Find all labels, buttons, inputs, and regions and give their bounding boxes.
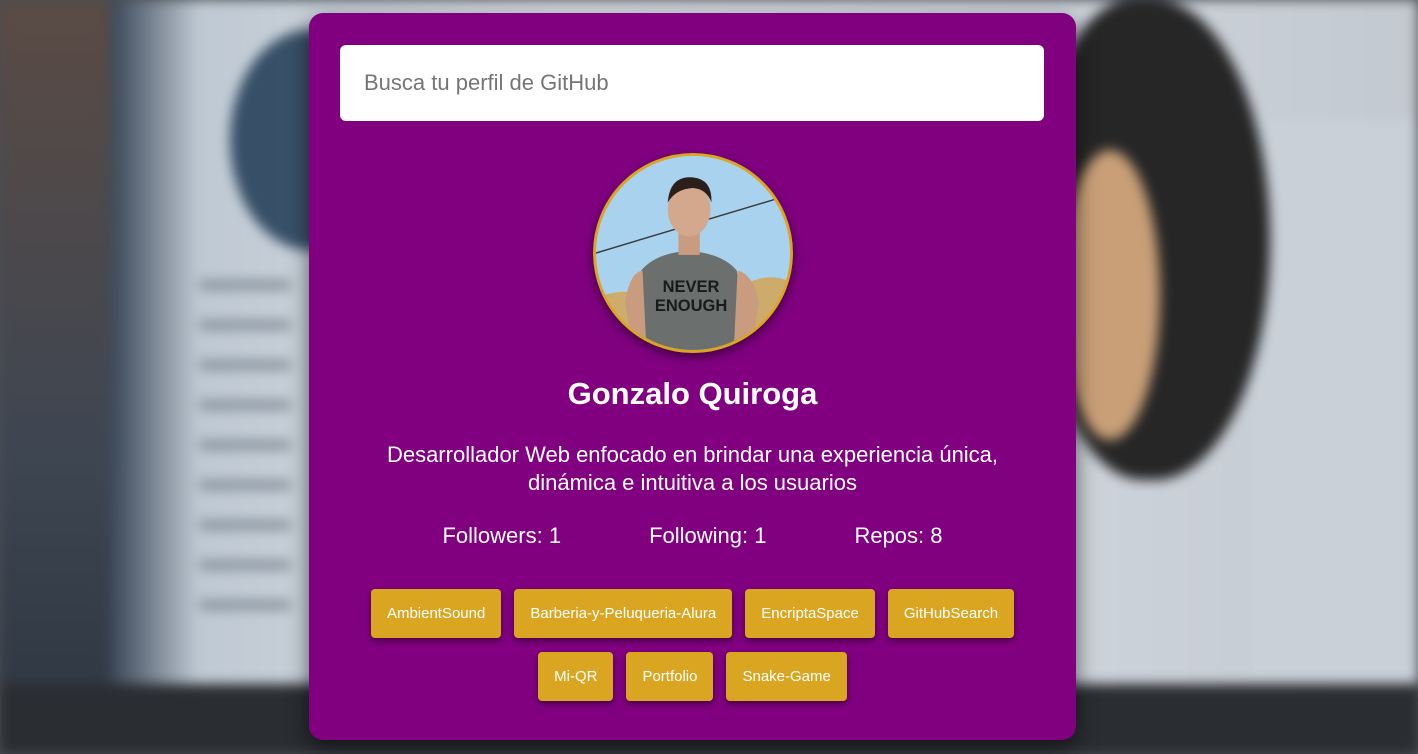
repo-button-barberia[interactable]: Barberia-y-Peluqueria-Alura [514, 589, 733, 638]
repo-list: AmbientSound Barberia-y-Peluqueria-Alura… [349, 589, 1036, 701]
followers-count: Followers: 1 [442, 523, 562, 548]
following-count: Following: 1 [649, 523, 767, 548]
profile-card: NEVER ENOUGH Gonzalo Quiroga Desarrollad… [309, 13, 1076, 740]
repo-button-ambientsound[interactable]: AmbientSound [370, 589, 502, 638]
profile-bio: Desarrollador Web enfocado en brindar un… [386, 442, 999, 495]
repo-button-snake-game[interactable]: Snake-Game [726, 652, 847, 701]
search-input[interactable] [340, 45, 1044, 121]
repo-button-encriptaspace[interactable]: EncriptaSpace [745, 589, 875, 638]
profile-name: Gonzalo Quiroga [567, 376, 818, 411]
repos-count: Repos: 8 [854, 523, 943, 548]
svg-text:ENOUGH: ENOUGH [655, 297, 727, 315]
avatar: NEVER ENOUGH [593, 153, 793, 353]
profile-stats: Followers: 1 Following: 1 Repos: 8 [309, 523, 1076, 549]
repo-button-githubsearch[interactable]: GitHubSearch [887, 589, 1015, 638]
svg-text:NEVER: NEVER [663, 278, 720, 296]
repo-button-mi-qr[interactable]: Mi-QR [538, 652, 614, 701]
repo-button-portfolio[interactable]: Portfolio [626, 652, 714, 701]
